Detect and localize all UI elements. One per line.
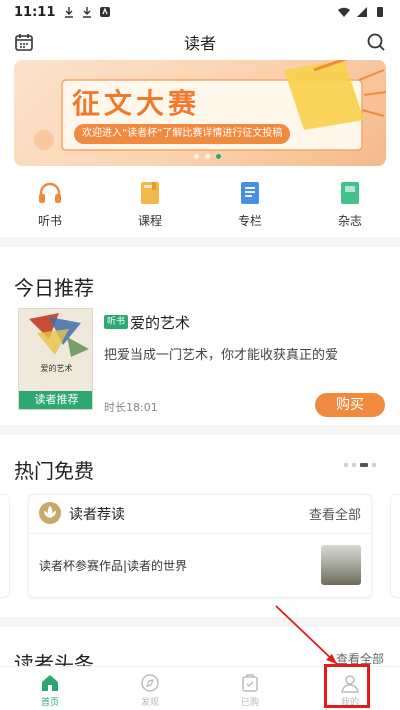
- banner-subtitle: 欢迎进入“读者杯”了解比赛详情进行征文投稿: [74, 124, 291, 144]
- pager-dot: [344, 463, 348, 467]
- quick-nav: 听书 课程 专栏 杂志: [0, 180, 400, 230]
- hot-free-section-title: 热门免费: [14, 459, 94, 483]
- status-system-icons: [338, 6, 386, 18]
- download-icon: [65, 7, 74, 18]
- card-divider: [29, 533, 371, 534]
- nav-label: 首页: [40, 698, 59, 708]
- quick-nav-label: 听书: [37, 214, 62, 228]
- today-section-title: 今日推荐: [14, 276, 94, 300]
- banner-dot: [194, 154, 199, 159]
- banner-pager: [194, 154, 221, 159]
- quick-nav-columns[interactable]: 专栏: [215, 180, 285, 230]
- quick-nav-label: 专栏: [237, 214, 262, 228]
- pager-dot: [352, 463, 356, 467]
- section-divider: [0, 237, 400, 247]
- home-icon: [42, 675, 58, 691]
- nav-purchased[interactable]: 已购: [200, 667, 300, 710]
- calendar-icon[interactable]: [14, 32, 34, 52]
- banner-dot-active: [216, 154, 221, 159]
- buy-button[interactable]: 购买: [315, 393, 385, 417]
- status-time: 11:11: [14, 4, 56, 20]
- column-icon: [241, 182, 259, 204]
- reader-logo-icon: [39, 502, 61, 524]
- audiobook-tag: 听书: [104, 315, 129, 329]
- quick-nav-magazines[interactable]: 杂志: [315, 180, 385, 230]
- banner-title: 征文大赛: [72, 87, 201, 120]
- book-icon: [141, 182, 159, 204]
- book-duration: 时长18:01: [104, 401, 158, 414]
- pager-dot-active: [360, 463, 368, 467]
- nav-label: 发现: [140, 698, 159, 708]
- magazine-icon: [341, 182, 359, 204]
- headphones-icon: [39, 182, 61, 203]
- next-card-peek[interactable]: [390, 494, 400, 598]
- annotation-highlight-box: [324, 664, 370, 708]
- book-title[interactable]: 爱的艺术: [130, 312, 190, 333]
- search-icon[interactable]: [366, 32, 386, 52]
- section-divider: [0, 617, 400, 627]
- nav-discover[interactable]: 发现: [100, 667, 200, 710]
- nav-home[interactable]: 首页: [0, 667, 100, 710]
- free-content-card[interactable]: 读者荐读 查看全部 读者杯参赛作品|读者的世界: [28, 494, 372, 598]
- prev-card-peek[interactable]: [0, 494, 10, 598]
- quick-nav-label: 杂志: [337, 214, 362, 228]
- status-bar: 11:11: [0, 0, 400, 24]
- purchased-icon: [242, 674, 258, 692]
- item-thumbnail[interactable]: [321, 545, 361, 585]
- battery-icon: [377, 7, 383, 17]
- compass-icon: [141, 674, 159, 692]
- card-title: 读者荐读: [69, 507, 125, 523]
- banner-dot: [205, 154, 210, 159]
- book-cover[interactable]: 爱的艺术 读者推荐: [18, 308, 93, 410]
- wifi-icon: [338, 7, 350, 17]
- signal-icon: [357, 7, 367, 17]
- download-icon: [83, 7, 92, 18]
- book-description: 把爱当成一门艺术，你才能收获真正的爱: [104, 348, 339, 363]
- nav-label: 已购: [240, 698, 259, 708]
- promo-banner[interactable]: 征文大赛 欢迎进入“读者杯”了解比赛详情进行征文投稿: [14, 60, 386, 166]
- pager-dot: [372, 463, 376, 467]
- app-notification-icon: [100, 7, 111, 17]
- cover-artwork: [29, 313, 89, 357]
- list-item-title[interactable]: 读者杯参赛作品|读者的世界: [39, 557, 187, 574]
- quick-nav-courses[interactable]: 课程: [115, 180, 185, 230]
- top-bar: 读者: [0, 24, 400, 60]
- view-all-link[interactable]: 查看全部: [309, 504, 361, 523]
- status-notification-icons: [63, 6, 111, 18]
- section-divider: [0, 425, 400, 435]
- page-title: 读者: [183, 34, 216, 53]
- quick-nav-label: 课程: [137, 214, 162, 228]
- cover-title: 爱的艺术: [40, 364, 73, 373]
- reader-recommend-badge: 读者推荐: [19, 391, 92, 409]
- carousel-pager: [344, 463, 376, 467]
- quick-nav-audiobook[interactable]: 听书: [15, 180, 85, 230]
